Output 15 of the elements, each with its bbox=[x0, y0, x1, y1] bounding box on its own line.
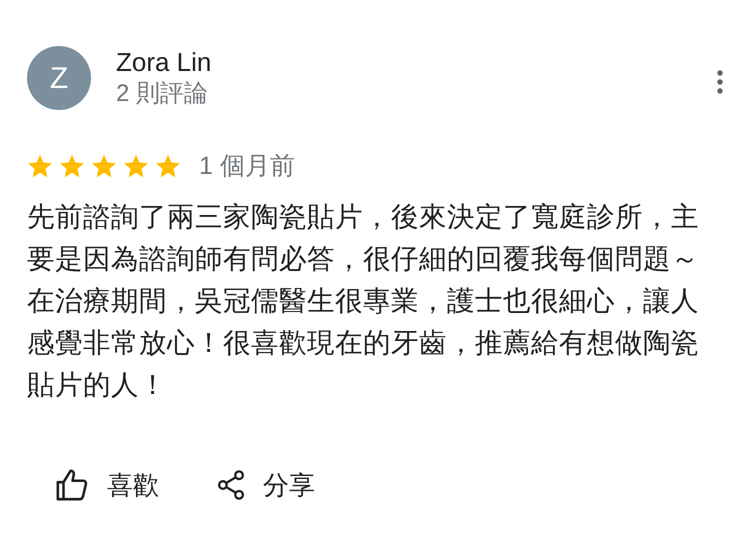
review-text: 先前諮詢了兩三家陶瓷貼片，後來決定了寬庭診所，主要是因為諮詢師有問必答，很仔細的回覆我每個問題～在治療期間，吳冠儒醫生很專業，護士也很細心，讓人感覺非常放心！很喜歡現在的牙齒，推薦給有想做陶瓷貼片的人！ bbox=[27, 200, 700, 402]
share-button[interactable]: 分享 bbox=[213, 464, 319, 506]
review-time: 1 個月前 bbox=[199, 151, 295, 182]
star-icon bbox=[27, 154, 53, 180]
avatar: Z bbox=[27, 46, 91, 110]
star-icon bbox=[123, 154, 149, 180]
star-icon bbox=[59, 154, 85, 180]
star-icon bbox=[155, 154, 181, 180]
thumbs-up-icon bbox=[55, 469, 89, 501]
share-icon bbox=[217, 470, 245, 500]
like-button[interactable]: 喜歡 bbox=[51, 464, 163, 506]
star-icon bbox=[91, 154, 117, 180]
more-options-icon[interactable] bbox=[717, 70, 723, 94]
reviewer-name[interactable]: Zora Lin bbox=[116, 46, 212, 78]
review-count: 2 則評論 bbox=[116, 79, 210, 109]
